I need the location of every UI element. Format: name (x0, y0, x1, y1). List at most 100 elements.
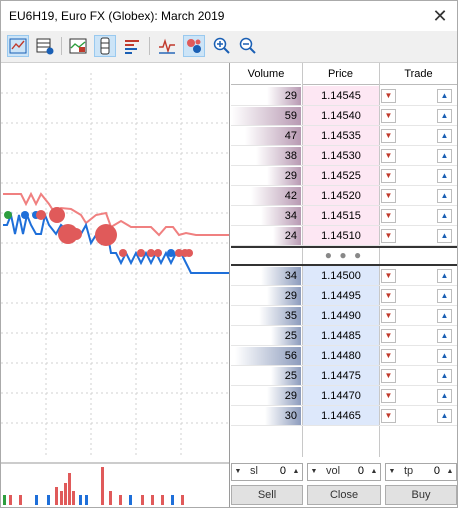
bid-price[interactable]: 1.14500 (303, 266, 379, 286)
buy-at-price-button[interactable]: ▲ (437, 209, 452, 223)
bid-price[interactable]: 1.14490 (303, 306, 379, 326)
buy-at-price-button[interactable]: ▲ (437, 289, 452, 303)
sell-at-price-button[interactable]: ▼ (381, 189, 396, 203)
window-title: EU6H19, Euro FX (Globex): March 2019 (9, 9, 225, 23)
tick-chart-canvas (1, 73, 229, 505)
depth-of-market-window: EU6H19, Euro FX (Globex): March 2019 ✕ V… (0, 0, 458, 508)
buy-at-price-button[interactable]: ▲ (437, 229, 452, 243)
buy-at-price-button[interactable]: ▲ (437, 369, 452, 383)
close-button[interactable]: Close (307, 485, 381, 505)
buy-at-price-button[interactable]: ▲ (437, 89, 452, 103)
sl-up-icon[interactable]: ▲ (290, 464, 302, 480)
sell-at-price-button[interactable]: ▼ (381, 149, 396, 163)
buy-at-price-button[interactable]: ▲ (437, 189, 452, 203)
volume-header: Volume (231, 63, 301, 85)
bid-price[interactable]: 1.14470 (303, 386, 379, 406)
bid-row: 29 1.14495 ▼ ▲ (231, 286, 457, 306)
tick-chart[interactable] (1, 63, 230, 507)
bubbles-icon[interactable] (183, 35, 205, 57)
ask-volume: 38 (284, 150, 297, 162)
spread-indicator: ● ● ● (231, 246, 457, 266)
sell-at-price-button[interactable]: ▼ (381, 209, 396, 223)
buy-at-price-button[interactable]: ▲ (437, 329, 452, 343)
ask-price[interactable]: 1.14530 (303, 146, 379, 166)
bid-price[interactable]: 1.14480 (303, 346, 379, 366)
ask-row: 34 1.14515 ▼ ▲ (231, 206, 457, 226)
ask-price[interactable]: 1.14525 (303, 166, 379, 186)
sell-at-price-button[interactable]: ▼ (381, 269, 396, 283)
sl-down-icon[interactable]: ▼ (232, 464, 244, 480)
bid-row: 56 1.14480 ▼ ▲ (231, 346, 457, 366)
ask-row: 59 1.14540 ▼ ▲ (231, 106, 457, 126)
ticks-icon[interactable] (156, 35, 178, 57)
buy-at-price-button[interactable]: ▲ (437, 109, 452, 123)
zoom-in-icon[interactable] (211, 35, 233, 57)
vol-up-icon[interactable]: ▲ (368, 464, 380, 480)
sell-at-price-button[interactable]: ▼ (381, 89, 396, 103)
sell-at-price-button[interactable]: ▼ (381, 409, 396, 423)
sell-at-price-button[interactable]: ▼ (381, 109, 396, 123)
tp-up-icon[interactable]: ▲ (444, 464, 456, 480)
sell-at-price-button[interactable]: ▼ (381, 229, 396, 243)
buy-at-price-button[interactable]: ▲ (437, 349, 452, 363)
tp-stepper[interactable]: ▼ tp 0 ▲ (385, 463, 457, 481)
bid-volume: 25 (284, 370, 297, 382)
sl-value[interactable]: 0 (262, 465, 286, 477)
buy-at-price-button[interactable]: ▲ (437, 409, 452, 423)
ask-price[interactable]: 1.14510 (303, 226, 379, 246)
chart-icon[interactable] (7, 35, 29, 57)
bid-price[interactable]: 1.14485 (303, 326, 379, 346)
sell-button[interactable]: Sell (231, 485, 303, 505)
bid-price[interactable]: 1.14475 (303, 366, 379, 386)
bid-volume: 29 (284, 290, 297, 302)
zoom-out-icon[interactable] (237, 35, 259, 57)
dom-icon[interactable] (121, 35, 143, 57)
bid-price[interactable]: 1.14495 (303, 286, 379, 306)
ask-volume: 34 (284, 210, 297, 222)
sell-at-price-button[interactable]: ▼ (381, 369, 396, 383)
ask-price[interactable]: 1.14540 (303, 106, 379, 126)
ask-row: 29 1.14545 ▼ ▲ (231, 86, 457, 106)
order-controls: ▼ sl 0 ▲ ▼ vol 0 ▲ ▼ tp 0 ▲ (231, 461, 457, 483)
buy-at-price-button[interactable]: ▲ (437, 169, 452, 183)
sell-at-price-button[interactable]: ▼ (381, 349, 396, 363)
sell-at-price-button[interactable]: ▼ (381, 129, 396, 143)
ask-row: 24 1.14510 ▼ ▲ (231, 226, 457, 246)
buy-at-price-button[interactable]: ▲ (437, 389, 452, 403)
sell-at-price-button[interactable]: ▼ (381, 309, 396, 323)
bid-row: 34 1.14500 ▼ ▲ (231, 266, 457, 286)
trade-header: Trade (380, 63, 457, 85)
vol-stepper[interactable]: ▼ vol 0 ▲ (307, 463, 381, 481)
buy-at-price-button[interactable]: ▲ (437, 129, 452, 143)
vol-down-icon[interactable]: ▼ (308, 464, 320, 480)
ask-row: 47 1.14535 ▼ ▲ (231, 126, 457, 146)
depth-chart-icon[interactable] (67, 35, 89, 57)
vol-value[interactable]: 0 (344, 465, 364, 477)
ask-volume: 47 (284, 130, 297, 142)
buy-at-price-button[interactable]: ▲ (437, 149, 452, 163)
sl-label: sl (250, 465, 258, 477)
sell-at-price-button[interactable]: ▼ (381, 289, 396, 303)
ask-volume: 29 (284, 170, 297, 182)
bid-price[interactable]: 1.14465 (303, 406, 379, 426)
bid-row: 35 1.14490 ▼ ▲ (231, 306, 457, 326)
sell-at-price-button[interactable]: ▼ (381, 389, 396, 403)
ask-price[interactable]: 1.14545 (303, 86, 379, 106)
ask-price[interactable]: 1.14520 (303, 186, 379, 206)
sell-at-price-button[interactable]: ▼ (381, 169, 396, 183)
tp-value[interactable]: 0 (416, 465, 440, 477)
sell-at-price-button[interactable]: ▼ (381, 329, 396, 343)
ladder-icon[interactable] (94, 35, 116, 57)
tp-down-icon[interactable]: ▼ (386, 464, 398, 480)
sl-stepper[interactable]: ▼ sl 0 ▲ (231, 463, 303, 481)
buy-at-price-button[interactable]: ▲ (437, 269, 452, 283)
buy-at-price-button[interactable]: ▲ (437, 309, 452, 323)
table-icon[interactable] (34, 35, 56, 57)
tp-label: tp (404, 465, 414, 477)
buy-button[interactable]: Buy (385, 485, 457, 505)
vol-label: vol (326, 465, 341, 477)
close-icon[interactable]: ✕ (429, 5, 451, 27)
ask-price[interactable]: 1.14515 (303, 206, 379, 226)
bid-row: 30 1.14465 ▼ ▲ (231, 406, 457, 426)
ask-price[interactable]: 1.14535 (303, 126, 379, 146)
